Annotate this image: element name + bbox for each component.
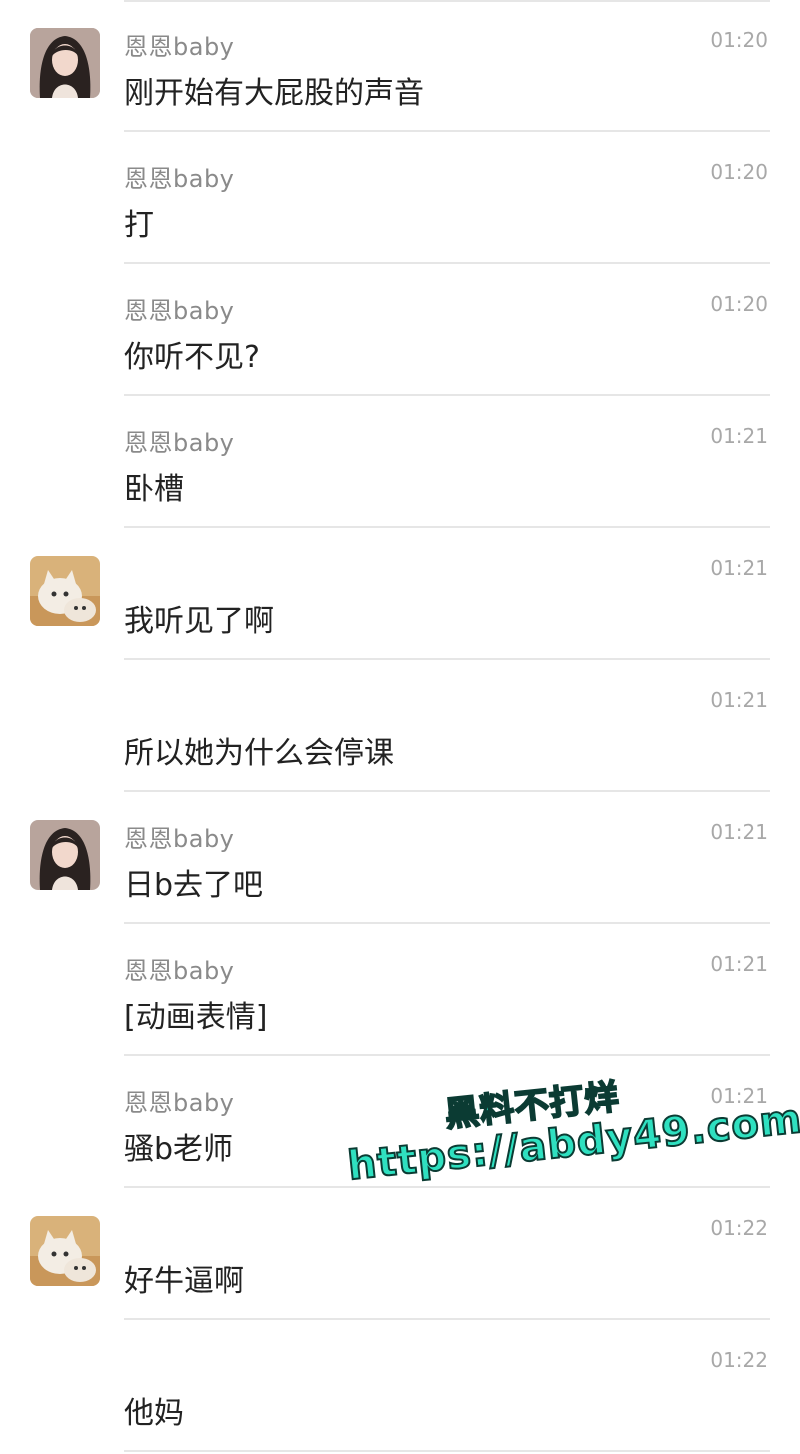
sender-name: 恩恩baby [124, 825, 235, 853]
message-row[interactable]: 恩恩baby 01:21 [动画表情] [0, 924, 800, 1056]
message-row[interactable]: 01:21 所以她为什么会停课 [0, 660, 800, 792]
message-row[interactable]: 恩恩baby 01:21 卧槽 [0, 396, 800, 528]
timestamp: 01:21 [710, 424, 768, 448]
sender-name: 恩恩baby [124, 165, 235, 193]
timestamp: 01:20 [710, 292, 768, 316]
sender-name: 恩恩baby [124, 1089, 235, 1117]
message-row[interactable]: 01:22 好牛逼啊 [0, 1188, 800, 1320]
divider [124, 1450, 770, 1452]
sender-name: 恩恩baby [124, 429, 235, 457]
message-row[interactable]: 恩恩baby 01:20 你听不见? [0, 264, 800, 396]
message-text: 骚b老师 [124, 1132, 234, 1167]
message-text: 好牛逼啊 [124, 1264, 244, 1299]
timestamp: 01:21 [710, 688, 768, 712]
message-text: 他妈 [124, 1396, 184, 1431]
timestamp: 01:21 [710, 1084, 768, 1108]
timestamp: 01:21 [710, 820, 768, 844]
message-row[interactable]: 01:21 我听见了啊 [0, 528, 800, 660]
timestamp: 01:20 [710, 28, 768, 52]
message-row[interactable]: 01:22 他妈 [0, 1320, 800, 1452]
chat-log: 恩恩baby 01:20 刚开始有大屁股的声音 恩恩baby 01:20 打 恩… [0, 0, 800, 1454]
message-row[interactable]: 恩恩baby 01:20 刚开始有大屁股的声音 [0, 0, 800, 132]
message-text: 日b去了吧 [124, 868, 264, 903]
message-row[interactable]: 恩恩baby 01:20 打 [0, 132, 800, 264]
message-text: 你听不见? [124, 340, 260, 375]
sender-name: 恩恩baby [124, 957, 235, 985]
message-text: 打 [124, 208, 154, 243]
avatar-cat[interactable] [30, 1216, 100, 1286]
timestamp: 01:21 [710, 556, 768, 580]
message-text: 所以她为什么会停课 [124, 736, 394, 771]
sender-name: 恩恩baby [124, 297, 235, 325]
avatar-girl[interactable] [30, 820, 100, 890]
message-text: [动画表情] [124, 1000, 268, 1035]
timestamp: 01:22 [710, 1348, 768, 1372]
message-row[interactable]: 恩恩baby 01:21 骚b老师 [0, 1056, 800, 1188]
avatar-girl[interactable] [30, 28, 100, 98]
timestamp: 01:22 [710, 1216, 768, 1240]
message-text: 卧槽 [124, 472, 184, 507]
message-text: 刚开始有大屁股的声音 [124, 76, 424, 111]
timestamp: 01:20 [710, 160, 768, 184]
message-text: 我听见了啊 [124, 604, 274, 639]
sender-name: 恩恩baby [124, 33, 235, 61]
message-row[interactable]: 恩恩baby 01:21 日b去了吧 [0, 792, 800, 924]
timestamp: 01:21 [710, 952, 768, 976]
avatar-cat[interactable] [30, 556, 100, 626]
